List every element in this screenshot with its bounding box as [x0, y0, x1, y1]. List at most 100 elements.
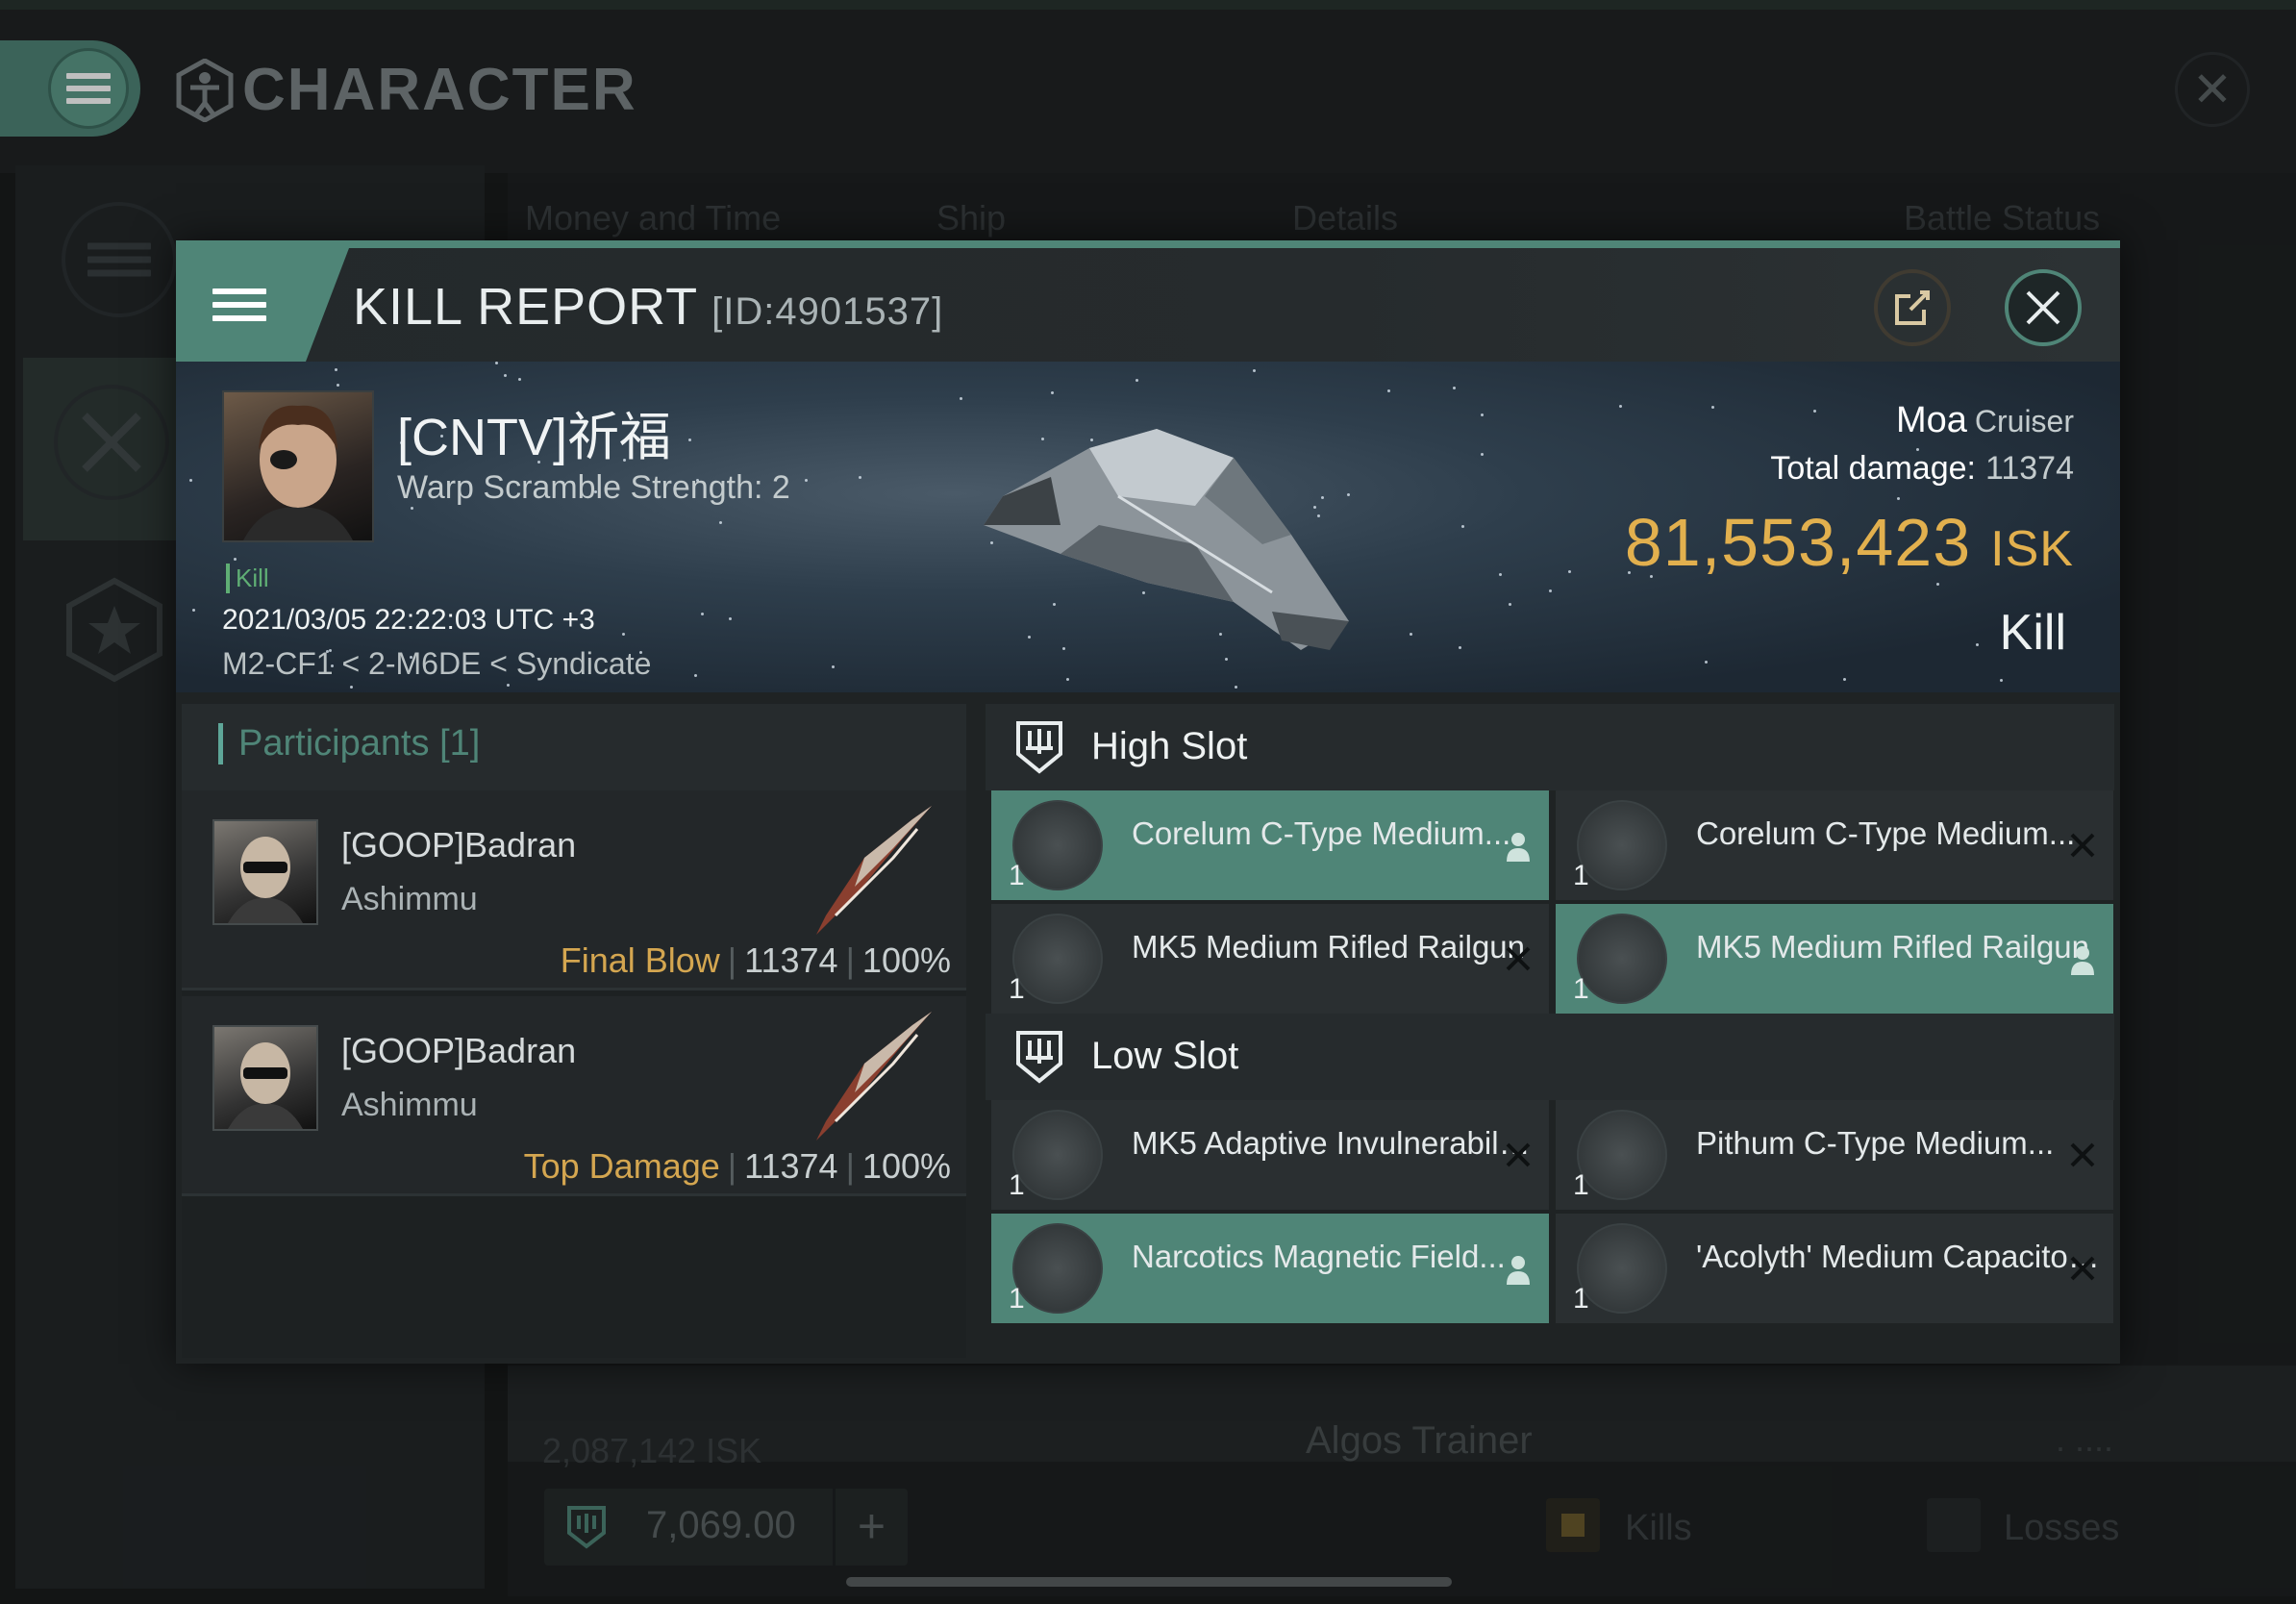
- star-decoration: [349, 685, 353, 689]
- participant-percent: 100%: [861, 1146, 951, 1186]
- star-decoration: [1705, 661, 1709, 664]
- destroyed-icon: [2069, 1140, 2096, 1176]
- kill-badge: Kill: [226, 564, 269, 593]
- participant-name: [GOOP]Badran: [341, 1031, 577, 1070]
- dropped-icon: [1505, 1254, 1532, 1294]
- star-decoration: [503, 373, 507, 377]
- star-decoration: [1508, 602, 1511, 606]
- item-quantity: 1: [1573, 1283, 1589, 1315]
- participants-panel: Participants [1] [GOOP]Badran Ashimmu Fi…: [182, 704, 966, 1358]
- star-decoration: [1387, 389, 1391, 393]
- item-name: 'Acolyth' Medium Capacitor ...: [1696, 1239, 2100, 1274]
- module-icon: [1577, 1223, 1667, 1314]
- isk-unit: ISK: [1990, 521, 2074, 577]
- low-slot-item[interactable]: 1 Pithum C-Type Medium...: [1556, 1100, 2113, 1210]
- victim-hero: [CNTV]祈福 Warp Scramble Strength: 2 Kill …: [176, 362, 2120, 692]
- participant-ship: Ashimmu: [341, 881, 478, 917]
- high-slot-item[interactable]: 1 Corelum C-Type Medium...: [1556, 790, 2113, 900]
- participant-name: [GOOP]Badran: [341, 825, 577, 865]
- star-decoration: [1461, 524, 1465, 528]
- total-damage-label: Total damage:: [1770, 450, 1976, 487]
- star-decoration: [701, 612, 705, 615]
- destroyed-icon: [2069, 1254, 2096, 1290]
- kill-report-title-text: KILL REPORT: [353, 278, 699, 336]
- star-decoration: [688, 439, 692, 442]
- victim-name[interactable]: [CNTV]祈福: [397, 394, 671, 470]
- kill-location[interactable]: M2-CF1 < 2-M6DE < Syndicate: [222, 646, 651, 682]
- low-slot-header: Low Slot: [986, 1014, 2114, 1100]
- low-slot-item[interactable]: 1 Narcotics Magnetic Field...: [991, 1214, 1549, 1323]
- star-decoration: [192, 609, 196, 613]
- participant-portrait[interactable]: [212, 1025, 318, 1131]
- star-decoration: [1235, 685, 1238, 689]
- high-slot-item[interactable]: 1 Corelum C-Type Medium...: [991, 790, 1549, 900]
- ship-name[interactable]: Moa: [1896, 400, 1967, 440]
- star-decoration: [233, 558, 237, 562]
- star-decoration: [693, 674, 697, 678]
- participant-portrait[interactable]: [212, 819, 318, 925]
- star-decoration: [1813, 409, 1817, 413]
- participant-damage: 11374: [744, 940, 838, 980]
- item-name: Pithum C-Type Medium...: [1696, 1125, 2055, 1161]
- star-decoration: [1481, 453, 1485, 457]
- star-decoration: [1618, 404, 1622, 408]
- dropped-icon: [2069, 944, 2096, 985]
- star-decoration: [337, 384, 340, 388]
- star-decoration: [507, 684, 511, 688]
- total-damage-value: 11374: [1984, 450, 2074, 487]
- participant-row[interactable]: [GOOP]Badran Ashimmu Top Damage | 11374 | 10…: [182, 996, 966, 1196]
- star-decoration: [1481, 413, 1485, 416]
- high-slot-item[interactable]: 1 MK5 Medium Rifled Railgun: [1556, 904, 2113, 1014]
- star-decoration: [1568, 570, 1572, 574]
- module-icon: [1577, 1110, 1667, 1200]
- victim-portrait[interactable]: [222, 390, 374, 542]
- module-icon: [1012, 914, 1103, 1004]
- module-icon: [1012, 800, 1103, 890]
- kill-datetime: 2021/03/05 22:22:03 UTC +3: [222, 604, 595, 636]
- ship-class: Cruiser: [1974, 404, 2074, 439]
- participant-percent: 100%: [861, 940, 951, 980]
- participant-tag: Top Damage: [523, 1146, 720, 1186]
- participant-damage: 11374: [744, 1146, 838, 1186]
- star-decoration: [410, 507, 413, 511]
- star-decoration: [1410, 633, 1413, 637]
- participants-title[interactable]: Participants [1]: [218, 723, 480, 764]
- total-damage: Total damage: 11374: [1770, 450, 2074, 488]
- item-quantity: 1: [1573, 860, 1589, 891]
- participant-row[interactable]: [GOOP]Badran Ashimmu Final Blow | 11374 | 10…: [182, 790, 966, 990]
- item-name: Corelum C-Type Medium...: [1696, 815, 2076, 851]
- item-quantity: 1: [1009, 1283, 1025, 1315]
- module-icon: [1012, 1110, 1103, 1200]
- star-decoration: [1453, 387, 1457, 390]
- item-name: Narcotics Magnetic Field...: [1132, 1239, 1506, 1274]
- star-decoration: [1976, 642, 1980, 646]
- kill-outcome: Kill: [1999, 605, 2066, 661]
- menu-icon: [212, 281, 266, 329]
- low-slot-item[interactable]: 1 MK5 Adaptive Invulnerabilit...: [991, 1100, 1549, 1210]
- participants-header: Participants [1]: [182, 704, 966, 790]
- victim-ship-image[interactable]: [945, 390, 1368, 679]
- star-decoration: [2000, 678, 2004, 682]
- star-decoration: [1135, 378, 1138, 382]
- star-decoration: [189, 479, 193, 483]
- ship-type: Moa Cruiser: [1896, 400, 2074, 441]
- star-decoration: [1458, 645, 1461, 649]
- high-slot-label: High Slot: [1091, 725, 1248, 767]
- item-quantity: 1: [1573, 973, 1589, 1005]
- star-decoration: [832, 665, 836, 669]
- item-name: MK5 Adaptive Invulnerabilit...: [1132, 1125, 1535, 1161]
- dropped-icon: [1505, 831, 1532, 871]
- destroyed-icon: [2069, 831, 2096, 866]
- isk-value: 81,553,423 ISK: [1625, 504, 2074, 581]
- item-quantity: 1: [1009, 1169, 1025, 1201]
- share-button[interactable]: [1874, 269, 1951, 346]
- high-slot-item[interactable]: 1 MK5 Medium Rifled Railgun: [991, 904, 1549, 1014]
- low-slot-item[interactable]: 1 'Acolyth' Medium Capacitor ...: [1556, 1214, 2113, 1323]
- kill-report-close-button[interactable]: [2005, 269, 2082, 346]
- star-decoration: [718, 521, 722, 525]
- item-name: MK5 Medium Rifled Railgun: [1696, 929, 2090, 965]
- participant-ship: Ashimmu: [341, 1087, 478, 1123]
- participant-stats: Final Blow | 11374 | 100%: [560, 940, 951, 980]
- share-icon: [1895, 290, 1930, 325]
- low-slot-icon: [1016, 1031, 1062, 1084]
